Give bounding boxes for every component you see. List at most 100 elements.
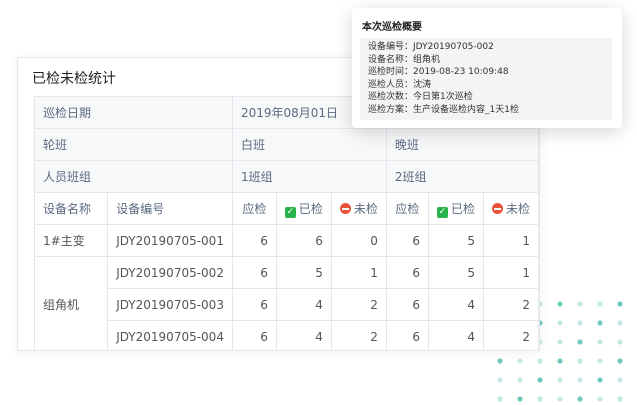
- night-should: 6: [385, 288, 429, 321]
- day-checked: 4: [275, 288, 332, 321]
- summary-time: 巡检时间：2019-08-23 10:09:48: [368, 67, 509, 78]
- group-night: 2班组: [385, 160, 539, 193]
- night-unchecked: 1: [482, 256, 539, 289]
- group-label: 人员班组: [34, 160, 233, 193]
- device-code: JDY20190705-002: [107, 256, 233, 289]
- header-device-name: 设备名称: [33, 192, 109, 225]
- night-checked: 4: [427, 320, 484, 350]
- night-checked: 4: [427, 288, 484, 321]
- decorative-dot: [517, 377, 523, 383]
- summary-inspector: 巡检人员：沈涛: [368, 79, 432, 90]
- table-row: JDY20190705-003 6 4 2 6 4 2: [35, 288, 539, 321]
- decorative-dot: [517, 396, 523, 402]
- decorative-dot: [617, 377, 623, 383]
- decorative-dot: [597, 339, 603, 345]
- day-should: 6: [231, 320, 277, 350]
- night-should: 6: [385, 256, 429, 289]
- decorative-dot: [577, 320, 583, 326]
- decorative-dot: [597, 358, 603, 364]
- header-device-code: 设备编号: [107, 192, 233, 225]
- decorative-dot: [557, 301, 563, 307]
- day-unchecked: 1: [330, 256, 387, 289]
- header-checked-label: 已检: [450, 201, 475, 216]
- table-row: 组角机 JDY20190705-002 6 5 1 6 5 1: [33, 256, 539, 350]
- night-should: 6: [385, 224, 429, 257]
- decorative-dot: [537, 377, 543, 383]
- decorative-dot: [617, 358, 623, 364]
- decorative-dot: [537, 396, 543, 402]
- header-unchecked-label: 未检: [353, 202, 378, 216]
- check-icon: ✓: [436, 206, 448, 218]
- row-shift: 轮班 白班 晚班: [34, 128, 539, 161]
- minus-circle-icon: [491, 203, 503, 214]
- decorative-dot: [617, 339, 623, 345]
- card-title: 已检未检统计: [32, 71, 116, 87]
- minus-circle-icon: [339, 203, 351, 214]
- header-day-checked: ✓ 已检: [275, 192, 332, 225]
- device-code: JDY20190705-001: [107, 224, 233, 257]
- header-night-unchecked: 未检: [482, 192, 539, 225]
- decorative-dot: [617, 301, 623, 307]
- table-row: 1#主变 JDY20190705-001 6 6 0 6 5 1: [33, 224, 539, 257]
- popup-body: 设备编号：JDY20190705-002 设备名称：组角机 巡检时间：2019-…: [360, 38, 612, 120]
- inspection-stats-table: 巡检日期 2019年08月01日 轮班 白班 晚班 人员班组 1班组 2班组 设…: [33, 96, 539, 350]
- summary-device-name: 设备名称：组角机: [368, 54, 441, 65]
- decorative-dot: [577, 339, 583, 345]
- day-should: 6: [231, 288, 277, 321]
- table-header-row: 设备名称 设备编号 应检 ✓ 已检 未检 应检 ✓ 已检 未检: [33, 192, 539, 225]
- night-should: 6: [385, 320, 429, 350]
- decorative-dot: [597, 377, 603, 383]
- device-code: JDY20190705-003: [107, 288, 233, 321]
- night-unchecked: 1: [482, 224, 539, 257]
- summary-device-code: 设备编号：JDY20190705-002: [368, 42, 494, 52]
- summary-count: 巡检次数：今日第1次巡检: [368, 92, 473, 103]
- decorative-dot: [537, 358, 543, 364]
- day-checked: 5: [275, 256, 332, 289]
- shift-label: 轮班: [34, 128, 233, 161]
- decorative-dot: [577, 377, 583, 383]
- decorative-dot: [557, 377, 563, 383]
- decorative-dot: [577, 358, 583, 364]
- header-night-should: 应检: [385, 192, 429, 225]
- device-name: 1#主变: [33, 224, 109, 257]
- decorative-dot: [557, 320, 563, 326]
- decorative-dot: [597, 396, 603, 402]
- decorative-dot: [517, 358, 523, 364]
- date-label: 巡检日期: [34, 96, 233, 129]
- shift-day: 白班: [231, 128, 387, 161]
- day-should: 6: [231, 256, 277, 289]
- day-unchecked: 2: [330, 320, 387, 350]
- table-row: JDY20190705-004 6 4 2 6 4 2: [35, 320, 539, 350]
- decorative-dot: [497, 358, 503, 364]
- device-code: JDY20190705-004: [107, 320, 233, 350]
- day-should: 6: [231, 224, 277, 257]
- header-unchecked-label: 未检: [505, 202, 530, 216]
- header-checked-label: 已检: [298, 201, 323, 216]
- decorative-dot: [577, 301, 583, 307]
- night-unchecked: 2: [482, 320, 539, 350]
- popup-title: 本次巡检概要: [362, 22, 422, 33]
- decorative-dot: [557, 339, 563, 345]
- decorative-dot: [617, 396, 623, 402]
- day-checked: 6: [275, 224, 332, 257]
- decorative-dot: [557, 358, 563, 364]
- day-checked: 4: [275, 320, 332, 350]
- decorative-dot: [597, 301, 603, 307]
- decorative-dot: [557, 396, 563, 402]
- night-checked: 5: [427, 224, 484, 257]
- inspection-summary-popup: 本次巡检概要 设备编号：JDY20190705-002 设备名称：组角机 巡检时…: [352, 8, 622, 128]
- decorative-dot: [497, 377, 503, 383]
- decorative-dot: [577, 396, 583, 402]
- summary-plan: 巡检方案：生产设备巡检内容_1天1检: [368, 104, 519, 115]
- decorative-dot: [597, 320, 603, 326]
- night-unchecked: 2: [482, 288, 539, 321]
- decorative-dot: [617, 320, 623, 326]
- check-icon: ✓: [284, 206, 296, 218]
- night-checked: 5: [427, 256, 484, 289]
- device-name: 组角机: [33, 256, 109, 350]
- group-day: 1班组: [231, 160, 387, 193]
- decorative-dot: [497, 396, 503, 402]
- day-unchecked: 0: [330, 224, 387, 257]
- header-night-checked: ✓ 已检: [427, 192, 484, 225]
- header-day-unchecked: 未检: [330, 192, 387, 225]
